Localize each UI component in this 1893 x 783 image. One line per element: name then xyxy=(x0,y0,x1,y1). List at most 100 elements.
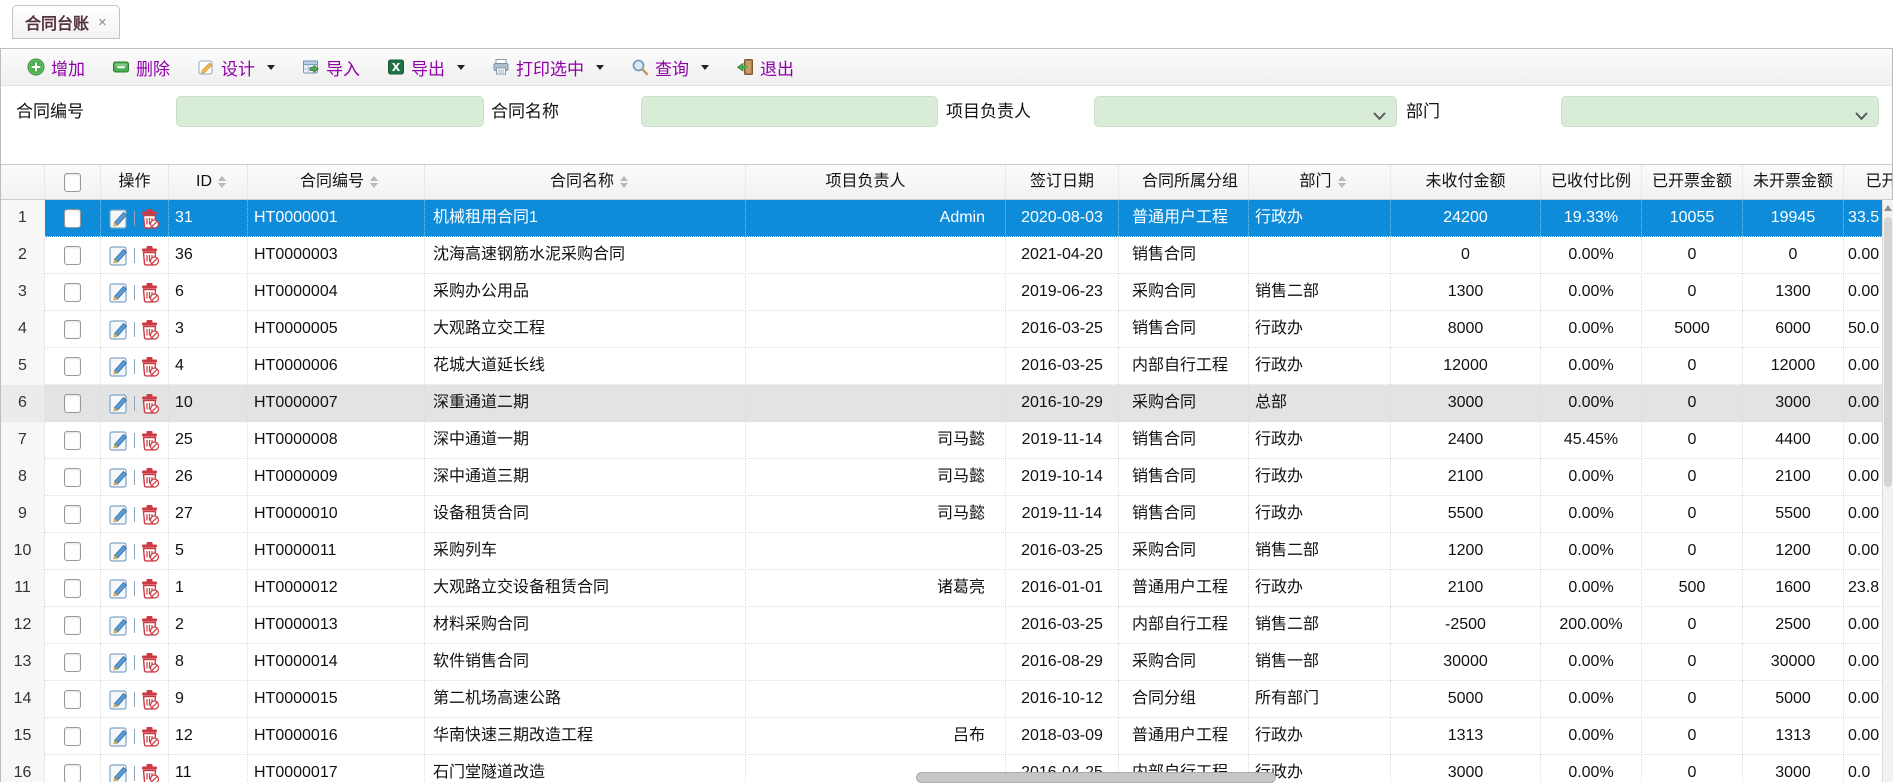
row-checkbox[interactable] xyxy=(64,357,81,376)
edit-icon[interactable] xyxy=(108,651,131,674)
edit-icon[interactable] xyxy=(108,207,131,230)
cell-dept: 总部 xyxy=(1249,385,1391,422)
edit-icon[interactable] xyxy=(108,244,131,267)
delete-row-icon[interactable] xyxy=(138,651,161,674)
table-row[interactable]: 826HT0000009深中通道三期司马懿2019-10-14销售合同行政办21… xyxy=(1,459,1892,496)
row-checkbox[interactable] xyxy=(64,320,81,339)
delete-row-icon[interactable] xyxy=(138,429,161,452)
delete-row-icon[interactable] xyxy=(138,614,161,637)
delete-row-icon[interactable] xyxy=(138,466,161,489)
edit-icon[interactable] xyxy=(108,540,131,563)
delete-row-icon[interactable] xyxy=(138,540,161,563)
edit-icon[interactable] xyxy=(108,318,131,341)
cell-uninvoiced: 5500 xyxy=(1743,496,1844,533)
row-checkbox[interactable] xyxy=(64,246,81,265)
edit-icon[interactable] xyxy=(108,466,131,489)
edit-icon[interactable] xyxy=(108,725,131,748)
row-checkbox[interactable] xyxy=(64,505,81,524)
table-row[interactable]: 54HT0000006花城大道延长线2016-03-25内部自行工程行政办120… xyxy=(1,348,1892,385)
ops-cell xyxy=(101,496,169,533)
print-icon xyxy=(492,58,510,76)
col-header-dept[interactable]: 部门 xyxy=(1249,165,1391,199)
delete-row-icon[interactable] xyxy=(138,207,161,230)
table-row[interactable]: 149HT0000015第二机场高速公路2016-10-12合同分组所有部门50… xyxy=(1,681,1892,718)
edit-icon[interactable] xyxy=(108,688,131,711)
import-button[interactable]: 导入 xyxy=(302,55,360,80)
row-checkbox[interactable] xyxy=(64,431,81,450)
delete-row-icon[interactable] xyxy=(138,688,161,711)
row-checkbox[interactable] xyxy=(64,727,81,746)
edit-icon[interactable] xyxy=(108,503,131,526)
delete-row-icon[interactable] xyxy=(138,355,161,378)
table-row[interactable]: 927HT0000010设备租赁合同司马懿2019-11-14销售合同行政办55… xyxy=(1,496,1892,533)
edit-icon[interactable] xyxy=(108,762,131,782)
row-checkbox[interactable] xyxy=(64,542,81,561)
select-all-checkbox[interactable] xyxy=(64,173,81,192)
add-button[interactable]: 增加 xyxy=(27,55,85,80)
exit-button[interactable]: 退出 xyxy=(736,55,794,80)
table-row[interactable]: 105HT0000011采购列车2016-03-25采购合同销售二部12000.… xyxy=(1,533,1892,570)
row-checkbox[interactable] xyxy=(64,616,81,635)
tab-close-icon[interactable]: × xyxy=(98,15,107,30)
cell-code: HT0000003 xyxy=(248,237,425,274)
delete-row-icon[interactable] xyxy=(138,725,161,748)
table-row[interactable]: 43HT0000005大观路立交工程2016-03-25销售合同行政办80000… xyxy=(1,311,1892,348)
edit-icon[interactable] xyxy=(108,614,131,637)
row-checkbox[interactable] xyxy=(64,209,81,228)
ops-cell xyxy=(101,311,169,348)
export-icon: X xyxy=(387,58,405,76)
contract-code-input[interactable] xyxy=(176,96,484,127)
table-row[interactable]: 138HT0000014软件销售合同2016-08-29采购合同销售一部3000… xyxy=(1,644,1892,681)
row-number: 9 xyxy=(1,496,45,533)
row-checkbox[interactable] xyxy=(64,394,81,413)
row-checkbox[interactable] xyxy=(64,690,81,709)
row-checkbox[interactable] xyxy=(64,653,81,672)
cell-code: HT0000016 xyxy=(248,718,425,755)
project-manager-select[interactable] xyxy=(1094,96,1397,127)
horizontal-scrollbar-thumb[interactable] xyxy=(916,772,1276,783)
row-checkbox[interactable] xyxy=(64,283,81,302)
row-checkbox[interactable] xyxy=(64,764,81,782)
cell-invoiced: 0 xyxy=(1642,718,1743,755)
delete-row-icon[interactable] xyxy=(138,281,161,304)
edit-icon[interactable] xyxy=(108,392,131,415)
edit-icon[interactable] xyxy=(108,355,131,378)
query-button[interactable]: 查询 xyxy=(631,55,709,80)
checkbox-cell xyxy=(45,718,101,755)
export-button[interactable]: X 导出 xyxy=(387,55,465,80)
col-header-name[interactable]: 合同名称 xyxy=(425,165,746,199)
edit-icon[interactable] xyxy=(108,281,131,304)
row-checkbox[interactable] xyxy=(64,579,81,598)
row-checkbox[interactable] xyxy=(64,468,81,487)
delete-button[interactable]: 删除 xyxy=(112,55,170,80)
table-row[interactable]: 610HT0000007深重通道二期2016-10-29采购合同总部30000.… xyxy=(1,385,1892,422)
department-select[interactable] xyxy=(1561,96,1879,127)
table-row[interactable]: 111HT0000012大观路立交设备租赁合同诸葛亮2016-01-01普通用户… xyxy=(1,570,1892,607)
table-row[interactable]: 36HT0000004采购办公用品2019-06-23采购合同销售二部13000… xyxy=(1,274,1892,311)
design-button[interactable]: 设计 xyxy=(197,55,275,80)
contract-name-input[interactable] xyxy=(641,96,938,127)
edit-icon[interactable] xyxy=(108,429,131,452)
vertical-scrollbar-thumb[interactable] xyxy=(1884,217,1892,487)
table-row[interactable]: 122HT0000013材料采购合同2016-03-25内部自行工程销售二部-2… xyxy=(1,607,1892,644)
table-row[interactable]: 236HT0000003沈海高速钢筋水泥采购合同2021-04-20销售合同00… xyxy=(1,237,1892,274)
table-row[interactable]: 1512HT0000016华南快速三期改造工程吕布2018-03-09普通用户工… xyxy=(1,718,1892,755)
print-selected-button[interactable]: 打印选中 xyxy=(492,55,604,80)
col-header-code[interactable]: 合同编号 xyxy=(248,165,425,199)
delete-row-icon[interactable] xyxy=(138,577,161,600)
cell-unpaid: 3000 xyxy=(1391,755,1541,782)
delete-row-icon[interactable] xyxy=(138,244,161,267)
delete-row-icon[interactable] xyxy=(138,318,161,341)
delete-row-icon[interactable] xyxy=(138,503,161,526)
vertical-scrollbar[interactable] xyxy=(1882,200,1893,782)
row-number: 4 xyxy=(1,311,45,348)
row-number: 6 xyxy=(1,385,45,422)
edit-icon[interactable] xyxy=(108,577,131,600)
table-row[interactable]: 725HT0000008深中通道一期司马懿2019-11-14销售合同行政办24… xyxy=(1,422,1892,459)
table-row[interactable]: 131HT0000001机械租用合同1Admin2020-08-03普通用户工程… xyxy=(1,200,1892,237)
delete-row-icon[interactable] xyxy=(138,392,161,415)
scroll-up-icon[interactable] xyxy=(1884,205,1892,211)
tab-contract-ledger[interactable]: 合同台账 × xyxy=(12,5,120,39)
delete-row-icon[interactable] xyxy=(138,762,161,782)
col-header-id[interactable]: ID xyxy=(169,165,248,199)
